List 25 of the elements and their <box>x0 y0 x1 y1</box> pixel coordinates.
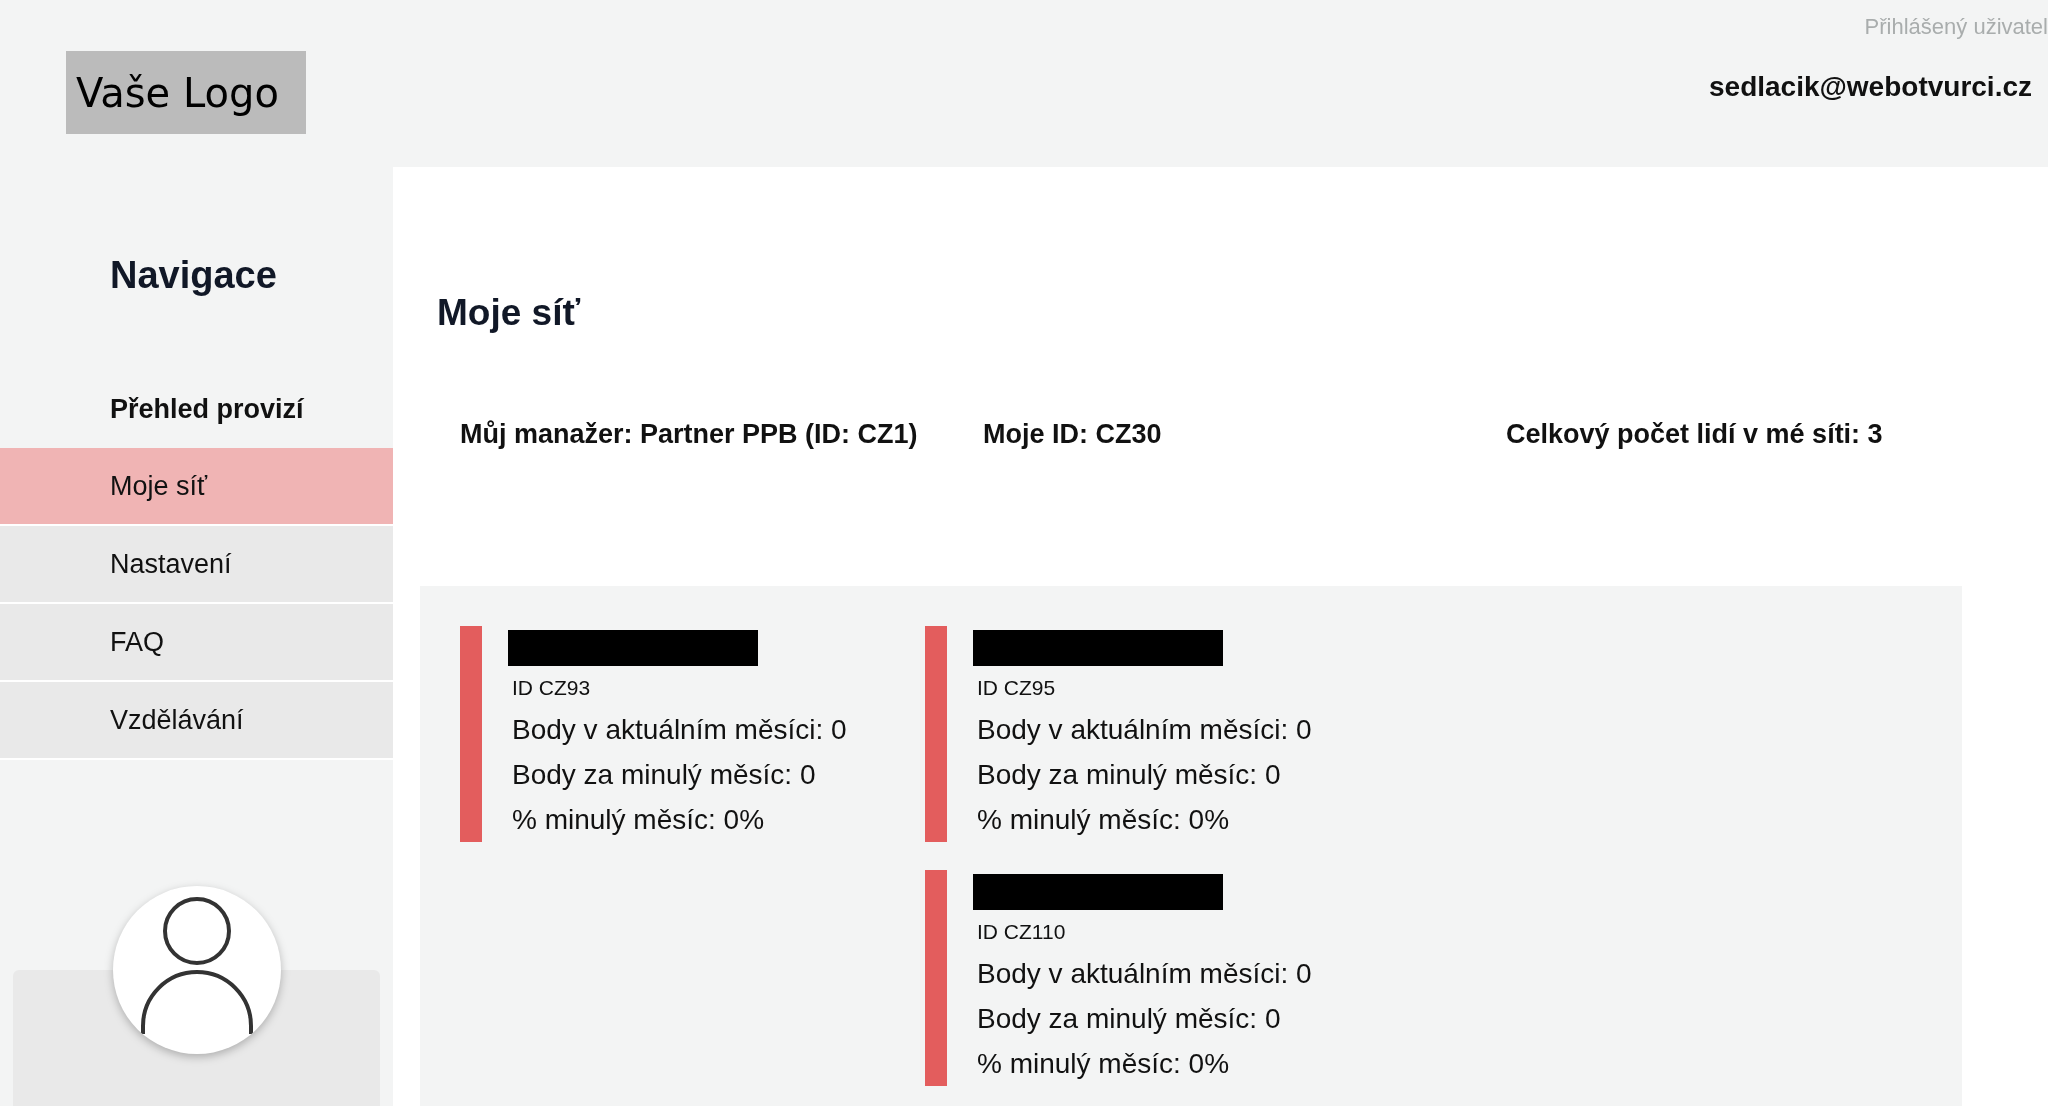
nav-item[interactable]: Moje síť <box>0 448 393 526</box>
user-avatar-icon[interactable] <box>112 886 281 1054</box>
nav-item[interactable]: Nastavení <box>0 526 393 604</box>
member-stat: Body za minulý měsíc: 0 <box>512 758 816 792</box>
member-stat: Body v aktuálním měsíci: 0 <box>512 713 847 747</box>
member-stat: Body za minulý měsíc: 0 <box>977 1002 1281 1036</box>
user-email: sedlacik@webotvurci.cz <box>1709 71 2032 103</box>
summary-text: Celkový počet lidí v mé síti: 3 <box>1506 418 1883 450</box>
summary-text: Moje ID: CZ30 <box>983 418 1162 450</box>
member-stat: % minulý měsíc: 0% <box>512 803 765 837</box>
summary-text: Můj manažer: Partner PPB (ID: CZ1) <box>460 418 918 450</box>
page-title: Moje síť <box>437 291 581 335</box>
member-stat: % minulý měsíc: 0% <box>977 803 1230 837</box>
member-stat: Body v aktuálním měsíci: 0 <box>977 957 1312 991</box>
logo-text: Vaše Logo <box>76 68 279 117</box>
nav-item[interactable]: FAQ <box>0 604 393 682</box>
member-stat: Body za minulý měsíc: 0 <box>977 758 1281 792</box>
nav-item[interactable]: Vzdělávání <box>0 682 393 760</box>
sidebar-title: Navigace <box>110 253 277 297</box>
member-id: ID CZ110 <box>977 919 1066 945</box>
member-stat: % minulý měsíc: 0% <box>977 1047 1230 1081</box>
member-id: ID CZ95 <box>977 675 1056 701</box>
member-stat: Body v aktuálním měsíci: 0 <box>977 713 1312 747</box>
member-id: ID CZ93 <box>512 675 591 701</box>
user-label: Přihlášený uživatel <box>1864 14 2048 40</box>
